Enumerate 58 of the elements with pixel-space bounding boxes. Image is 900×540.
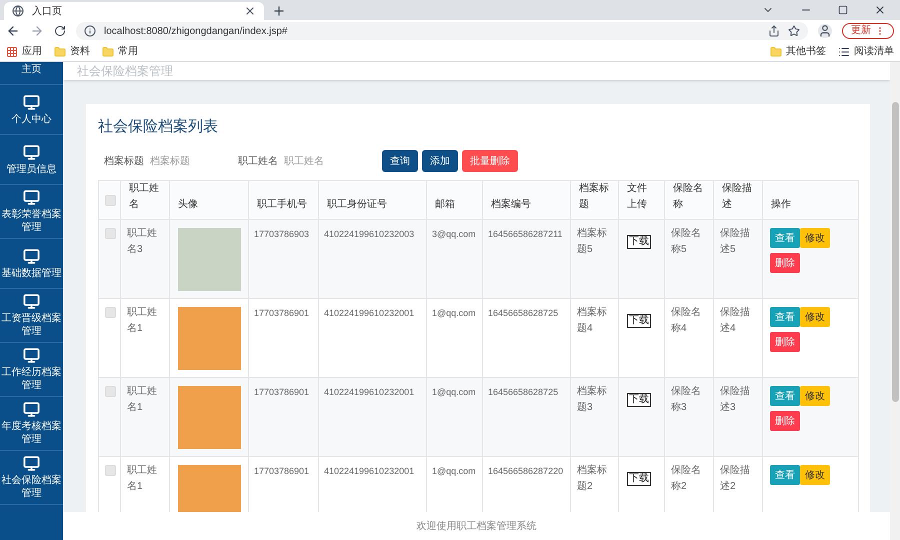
- folder-icon: [770, 46, 782, 58]
- field-label: 职工姓名: [238, 154, 278, 168]
- new-tab-icon[interactable]: [272, 4, 286, 18]
- folder-icon: [54, 46, 66, 58]
- action-button[interactable]: 修改: [800, 228, 830, 248]
- apps-icon: [6, 46, 18, 58]
- tab-title: 入口页: [32, 4, 63, 18]
- browser-tab[interactable]: 入口页: [4, 2, 264, 20]
- checkbox[interactable]: [105, 465, 116, 476]
- monitor-icon: [23, 144, 40, 160]
- bookmark-link[interactable]: 常用: [118, 44, 138, 59]
- field-label: 档案标题: [104, 154, 144, 168]
- footer: 欢迎使用职工档案管理系统: [63, 512, 890, 540]
- restore-icon[interactable]: [838, 5, 848, 15]
- download-button[interactable]: 下载: [627, 235, 651, 249]
- info-icon: [84, 25, 96, 37]
- url-text: localhost:8080/zhigongdangan/index.jsp#: [104, 24, 288, 38]
- profile-icon[interactable]: [818, 24, 832, 38]
- download-button[interactable]: 下载: [627, 314, 651, 328]
- reload-icon[interactable]: [54, 25, 66, 37]
- download-button[interactable]: 下载: [627, 393, 651, 407]
- card-title: 社会保险档案列表: [98, 118, 219, 136]
- scrollbar[interactable]: [890, 62, 900, 540]
- back-icon[interactable]: [6, 24, 20, 38]
- star-icon[interactable]: [788, 25, 800, 37]
- bookmark-link[interactable]: 资料: [70, 44, 90, 59]
- forward-icon[interactable]: [30, 24, 44, 38]
- monitor-icon: [23, 189, 40, 206]
- globe-icon: [12, 5, 24, 17]
- update-button[interactable]: 更新: [842, 23, 894, 39]
- monitor-icon: [23, 293, 40, 310]
- checkbox[interactable]: [105, 194, 116, 206]
- toolbar-button[interactable]: 添加: [422, 150, 458, 172]
- page-header: 社会保险档案管理: [63, 62, 890, 80]
- action-button[interactable]: 删除: [770, 332, 800, 352]
- bookmark-link[interactable]: 其他书签: [786, 44, 826, 59]
- action-button[interactable]: 修改: [800, 465, 830, 485]
- folder-icon: [102, 46, 114, 58]
- share-icon[interactable]: [768, 25, 780, 37]
- close-window-icon[interactable]: [874, 4, 886, 16]
- checkbox[interactable]: [105, 228, 116, 239]
- close-icon[interactable]: [244, 5, 256, 17]
- monitor-icon: [23, 248, 40, 264]
- monitor-icon: [23, 347, 40, 364]
- action-button[interactable]: 修改: [800, 386, 830, 406]
- monitor-icon: [23, 401, 40, 418]
- monitor-icon: [23, 94, 40, 110]
- monitor-icon: [23, 455, 40, 472]
- bookmark-link[interactable]: 应用: [22, 44, 42, 59]
- action-button[interactable]: 修改: [800, 307, 830, 327]
- action-button[interactable]: 删除: [770, 411, 800, 431]
- checkbox[interactable]: [105, 386, 116, 397]
- bookmark-link[interactable]: 阅读清单: [854, 44, 894, 59]
- action-button[interactable]: 删除: [770, 253, 800, 273]
- download-button[interactable]: 下载: [627, 472, 651, 486]
- address-bar[interactable]: localhost:8080/zhigongdangan/index.jsp#: [76, 22, 808, 40]
- toolbar-button[interactable]: 查询: [382, 150, 418, 172]
- checkbox[interactable]: [105, 307, 116, 318]
